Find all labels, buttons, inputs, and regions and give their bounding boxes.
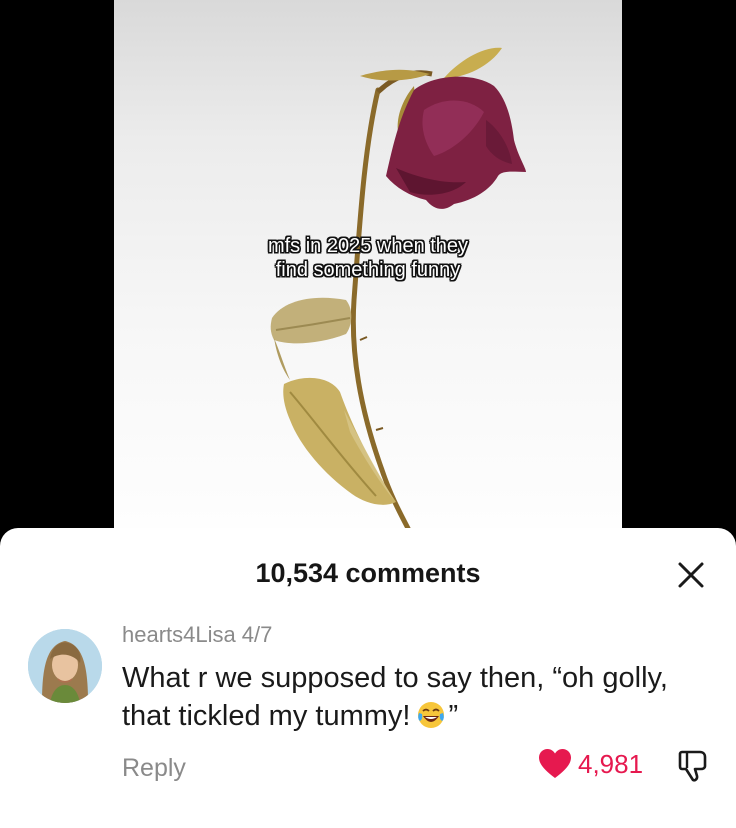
video-caption-line-1: mfs in 2025 when they — [267, 235, 469, 257]
comment-text: What r we supposed to say then, “oh goll… — [122, 659, 712, 740]
video-caption-line-2: find something funny — [275, 259, 461, 281]
avatar[interactable] — [28, 629, 102, 703]
comment-username[interactable]: hearts4Lisa — [122, 622, 236, 647]
comment-text-body: What r we supposed to say then, “oh goll… — [122, 662, 668, 732]
avatar-illustration — [28, 629, 102, 703]
dislike-button[interactable] — [676, 748, 712, 789]
reply-button[interactable]: Reply — [122, 754, 186, 783]
comment: hearts4Lisa 4/7 What r we supposed to say… — [122, 622, 712, 740]
like-count: 4,981 — [578, 748, 644, 779]
video-caption: mfs in 2025 when they find something fun… — [114, 234, 622, 282]
video-frame[interactable]: mfs in 2025 when they find something fun… — [114, 0, 622, 560]
comments-count-title: 10,534 comments — [255, 558, 481, 588]
comments-sheet: 10,534 comments hearts4Lisa 4/7 What r we… — [0, 528, 736, 828]
thumbs-down-icon — [678, 750, 707, 782]
heart-icon — [539, 749, 571, 778]
comment-header: hearts4Lisa 4/7 — [122, 622, 712, 648]
comment-date: 4/7 — [241, 622, 273, 647]
tears-of-joy-emoji-icon — [416, 700, 446, 740]
close-icon — [678, 562, 704, 588]
close-button[interactable] — [672, 556, 710, 594]
comment-text-end: ” — [448, 700, 459, 732]
like-button[interactable]: 4,981 — [538, 748, 643, 780]
